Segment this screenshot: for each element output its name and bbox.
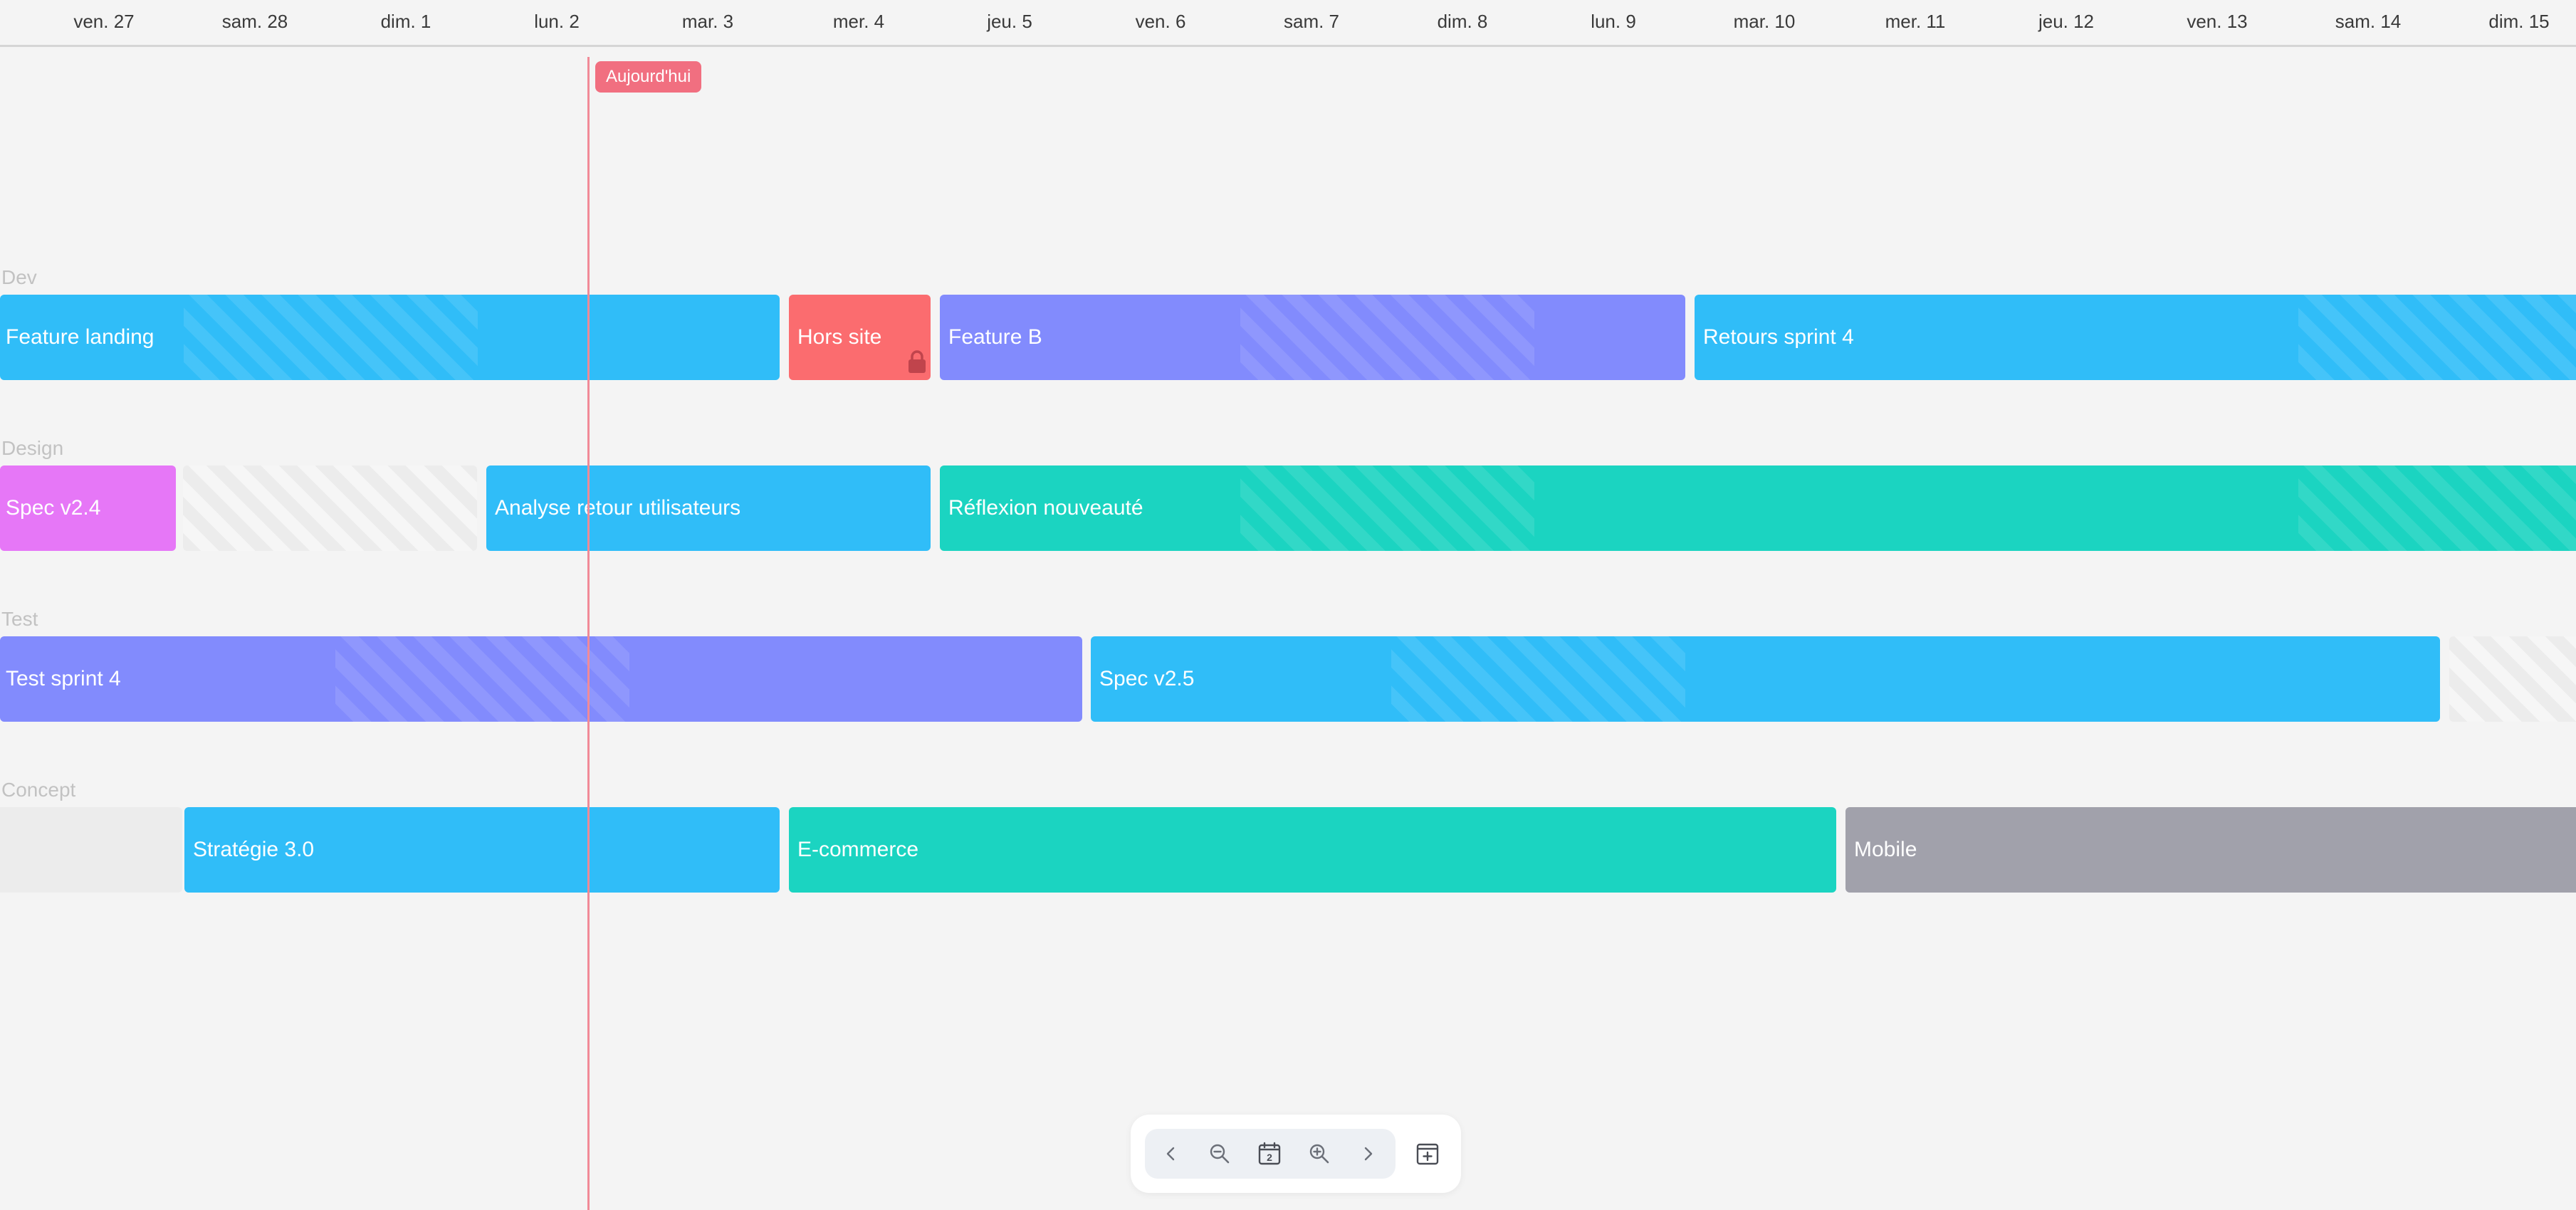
navigation-group: 2: [1145, 1129, 1396, 1179]
weekend-hatch: [184, 295, 478, 380]
next-button[interactable]: [1351, 1137, 1384, 1170]
calendar-day-number: 2: [1267, 1152, 1272, 1163]
day-label: ven. 13: [2187, 11, 2248, 32]
timeline-item-label: Analyse retour utilisateurs: [495, 496, 741, 520]
day-label: dim. 15: [2488, 11, 2550, 32]
today-button[interactable]: 2: [1253, 1137, 1286, 1170]
timeline-item-label: Feature B: [948, 325, 1042, 349]
lane-label-test: Test: [1, 608, 38, 630]
day-label: sam. 14: [2335, 11, 2402, 32]
add-event-button[interactable]: [1411, 1137, 1444, 1170]
timeline-item-label: Mobile: [1854, 838, 1917, 861]
timeline-item-test-sprint-4[interactable]: Test sprint 4: [0, 636, 1082, 722]
day-label: ven. 6: [1135, 11, 1186, 32]
weekend-hatch: [1240, 295, 1534, 380]
timeline-item-reflexion-nouveaute[interactable]: Réflexion nouveauté: [940, 465, 2576, 551]
day-label: jeu. 12: [2038, 11, 2095, 32]
day-label: sam. 28: [221, 11, 288, 32]
timeline-item-label: Hors site: [797, 325, 882, 349]
lane-label-concept: Concept: [1, 779, 76, 801]
weekend-hatch: [2298, 465, 2576, 551]
timeline-item-hors-site[interactable]: Hors site: [789, 295, 931, 380]
timeline-body: Dev Feature landing Hors site Feature B …: [0, 47, 2576, 1204]
day-label: mar. 10: [1733, 11, 1796, 32]
weekend-hatch: [2298, 295, 2576, 380]
timeline-item-label: Test sprint 4: [6, 667, 121, 690]
calendar-add-icon: [1416, 1143, 1439, 1165]
zoom-in-button[interactable]: [1303, 1137, 1336, 1170]
today-badge: Aujourd'hui: [595, 61, 702, 93]
day-label: mar. 3: [681, 11, 734, 32]
timeline-item-label: Feature landing: [6, 325, 155, 349]
calendar-today-icon: 2: [1258, 1142, 1281, 1165]
timeline-item-strategie-3-0[interactable]: Stratégie 3.0: [184, 807, 780, 893]
timeline-item-analyse-retour-utilisateurs[interactable]: Analyse retour utilisateurs: [486, 465, 931, 551]
day-label: sam. 7: [1283, 11, 1340, 32]
day-label: lun. 2: [534, 11, 580, 32]
weekend-hatch: [1240, 465, 1534, 551]
timeline-item-feature-landing[interactable]: Feature landing: [0, 295, 780, 380]
day-label: dim. 1: [380, 11, 431, 32]
timeline-item-label: E-commerce: [797, 838, 919, 861]
lane-label-design: Design: [1, 437, 64, 459]
weekend-hatch: [335, 636, 629, 722]
previous-button[interactable]: [1155, 1137, 1188, 1170]
weekend-hatch: [1391, 636, 1685, 722]
empty-slot: [0, 807, 182, 893]
day-label: lun. 9: [1591, 11, 1636, 32]
lane-label-dev: Dev: [1, 266, 37, 288]
chevron-right-icon: [1364, 1147, 1373, 1161]
zoom-out-icon: [1210, 1144, 1230, 1164]
zoom-out-button[interactable]: [1203, 1137, 1236, 1170]
empty-weekend-slot: [2449, 636, 2576, 722]
timeline-item-retours-sprint-4[interactable]: Retours sprint 4: [1695, 295, 2576, 380]
timeline-item-label: Réflexion nouveauté: [948, 496, 1143, 520]
timeline-item-mobile[interactable]: Mobile: [1845, 807, 2576, 893]
timeline-item-feature-b[interactable]: Feature B: [940, 295, 1685, 380]
timeline-toolbar: 2: [1131, 1115, 1461, 1193]
day-label: jeu. 5: [987, 11, 1032, 32]
timeline-item-label: Spec v2.4: [6, 496, 101, 520]
day-label: ven. 27: [73, 11, 135, 32]
today-marker-line: [587, 57, 590, 1210]
timeline-item-spec-v2-5[interactable]: Spec v2.5: [1091, 636, 2440, 722]
timeline-item-label: Retours sprint 4: [1703, 325, 1854, 349]
timeline-header: ven. 27 sam. 28 dim. 1 lun. 2 mar. 3 mer…: [0, 0, 2576, 47]
timeline-item-label: Spec v2.5: [1099, 667, 1195, 690]
zoom-in-icon: [1309, 1144, 1329, 1164]
chevron-left-icon: [1166, 1147, 1175, 1161]
day-label: dim. 8: [1437, 11, 1488, 32]
day-label: mer. 4: [832, 11, 885, 32]
timeline-item-spec-v2-4[interactable]: Spec v2.4: [0, 465, 176, 551]
empty-weekend-slot: [183, 465, 477, 551]
day-label: mer. 11: [1885, 11, 1946, 32]
timeline-item-e-commerce[interactable]: E-commerce: [789, 807, 1836, 893]
timeline-item-label: Stratégie 3.0: [193, 838, 315, 861]
lock-icon: [909, 350, 926, 373]
